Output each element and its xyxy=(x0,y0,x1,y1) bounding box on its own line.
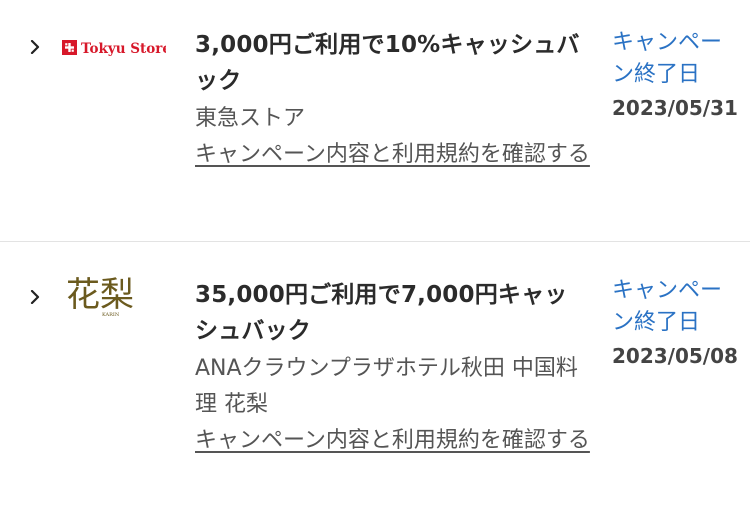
campaign-list: Tokyu Store 3,000円ご利用で10%キャッシュバック 東急ストア … xyxy=(0,0,750,518)
store-name: 東急ストア xyxy=(195,106,306,131)
end-date-label: キャンペーン終了日 xyxy=(612,278,723,335)
karin-logo-image: 花梨 KARIN xyxy=(66,275,134,318)
end-date-value: 2023/05/08 xyxy=(612,344,738,368)
campaign-title: 35,000円ご利用で7,000円キャッシュバック xyxy=(195,282,568,344)
campaign-title: 3,000円ご利用で10%キャッシュバック xyxy=(195,32,580,94)
tokyu-store-logo-image: Tokyu Store xyxy=(62,40,171,57)
tokyu-store-logo-text: Tokyu Store xyxy=(81,41,166,57)
terms-link[interactable]: キャンペーン内容と利用規約を確認する xyxy=(195,428,590,453)
store-name: ANAクラウンプラザホテル秋田 中国料理 花梨 xyxy=(195,356,578,417)
end-date-label: キャンペーン終了日 xyxy=(612,30,723,87)
karin-logo-subtext: KARIN xyxy=(102,312,120,318)
karin-logo-kanji: 花梨 xyxy=(66,275,134,315)
campaign-details: 3,000円ご利用で10%キャッシュバック 東急ストア キャンペーン内容と利用規… xyxy=(195,27,590,174)
terms-link[interactable]: キャンペーン内容と利用規約を確認する xyxy=(195,142,590,167)
chevron-right-icon[interactable] xyxy=(28,40,42,54)
campaign-details: 35,000円ご利用で7,000円キャッシュバック ANAクラウンプラザホテル秋… xyxy=(195,277,590,460)
campaign-end-info: キャンペーン終了日 2023/05/08 xyxy=(612,275,742,373)
campaign-end-info: キャンペーン終了日 2023/05/31 xyxy=(612,27,742,125)
chevron-right-icon[interactable] xyxy=(28,290,42,304)
campaign-item[interactable]: Tokyu Store 3,000円ご利用で10%キャッシュバック 東急ストア … xyxy=(0,0,750,241)
end-date-value: 2023/05/31 xyxy=(612,96,738,120)
tokyu-store-logo: Tokyu Store xyxy=(62,37,171,59)
karin-logo: 花梨 KARIN xyxy=(62,270,162,320)
